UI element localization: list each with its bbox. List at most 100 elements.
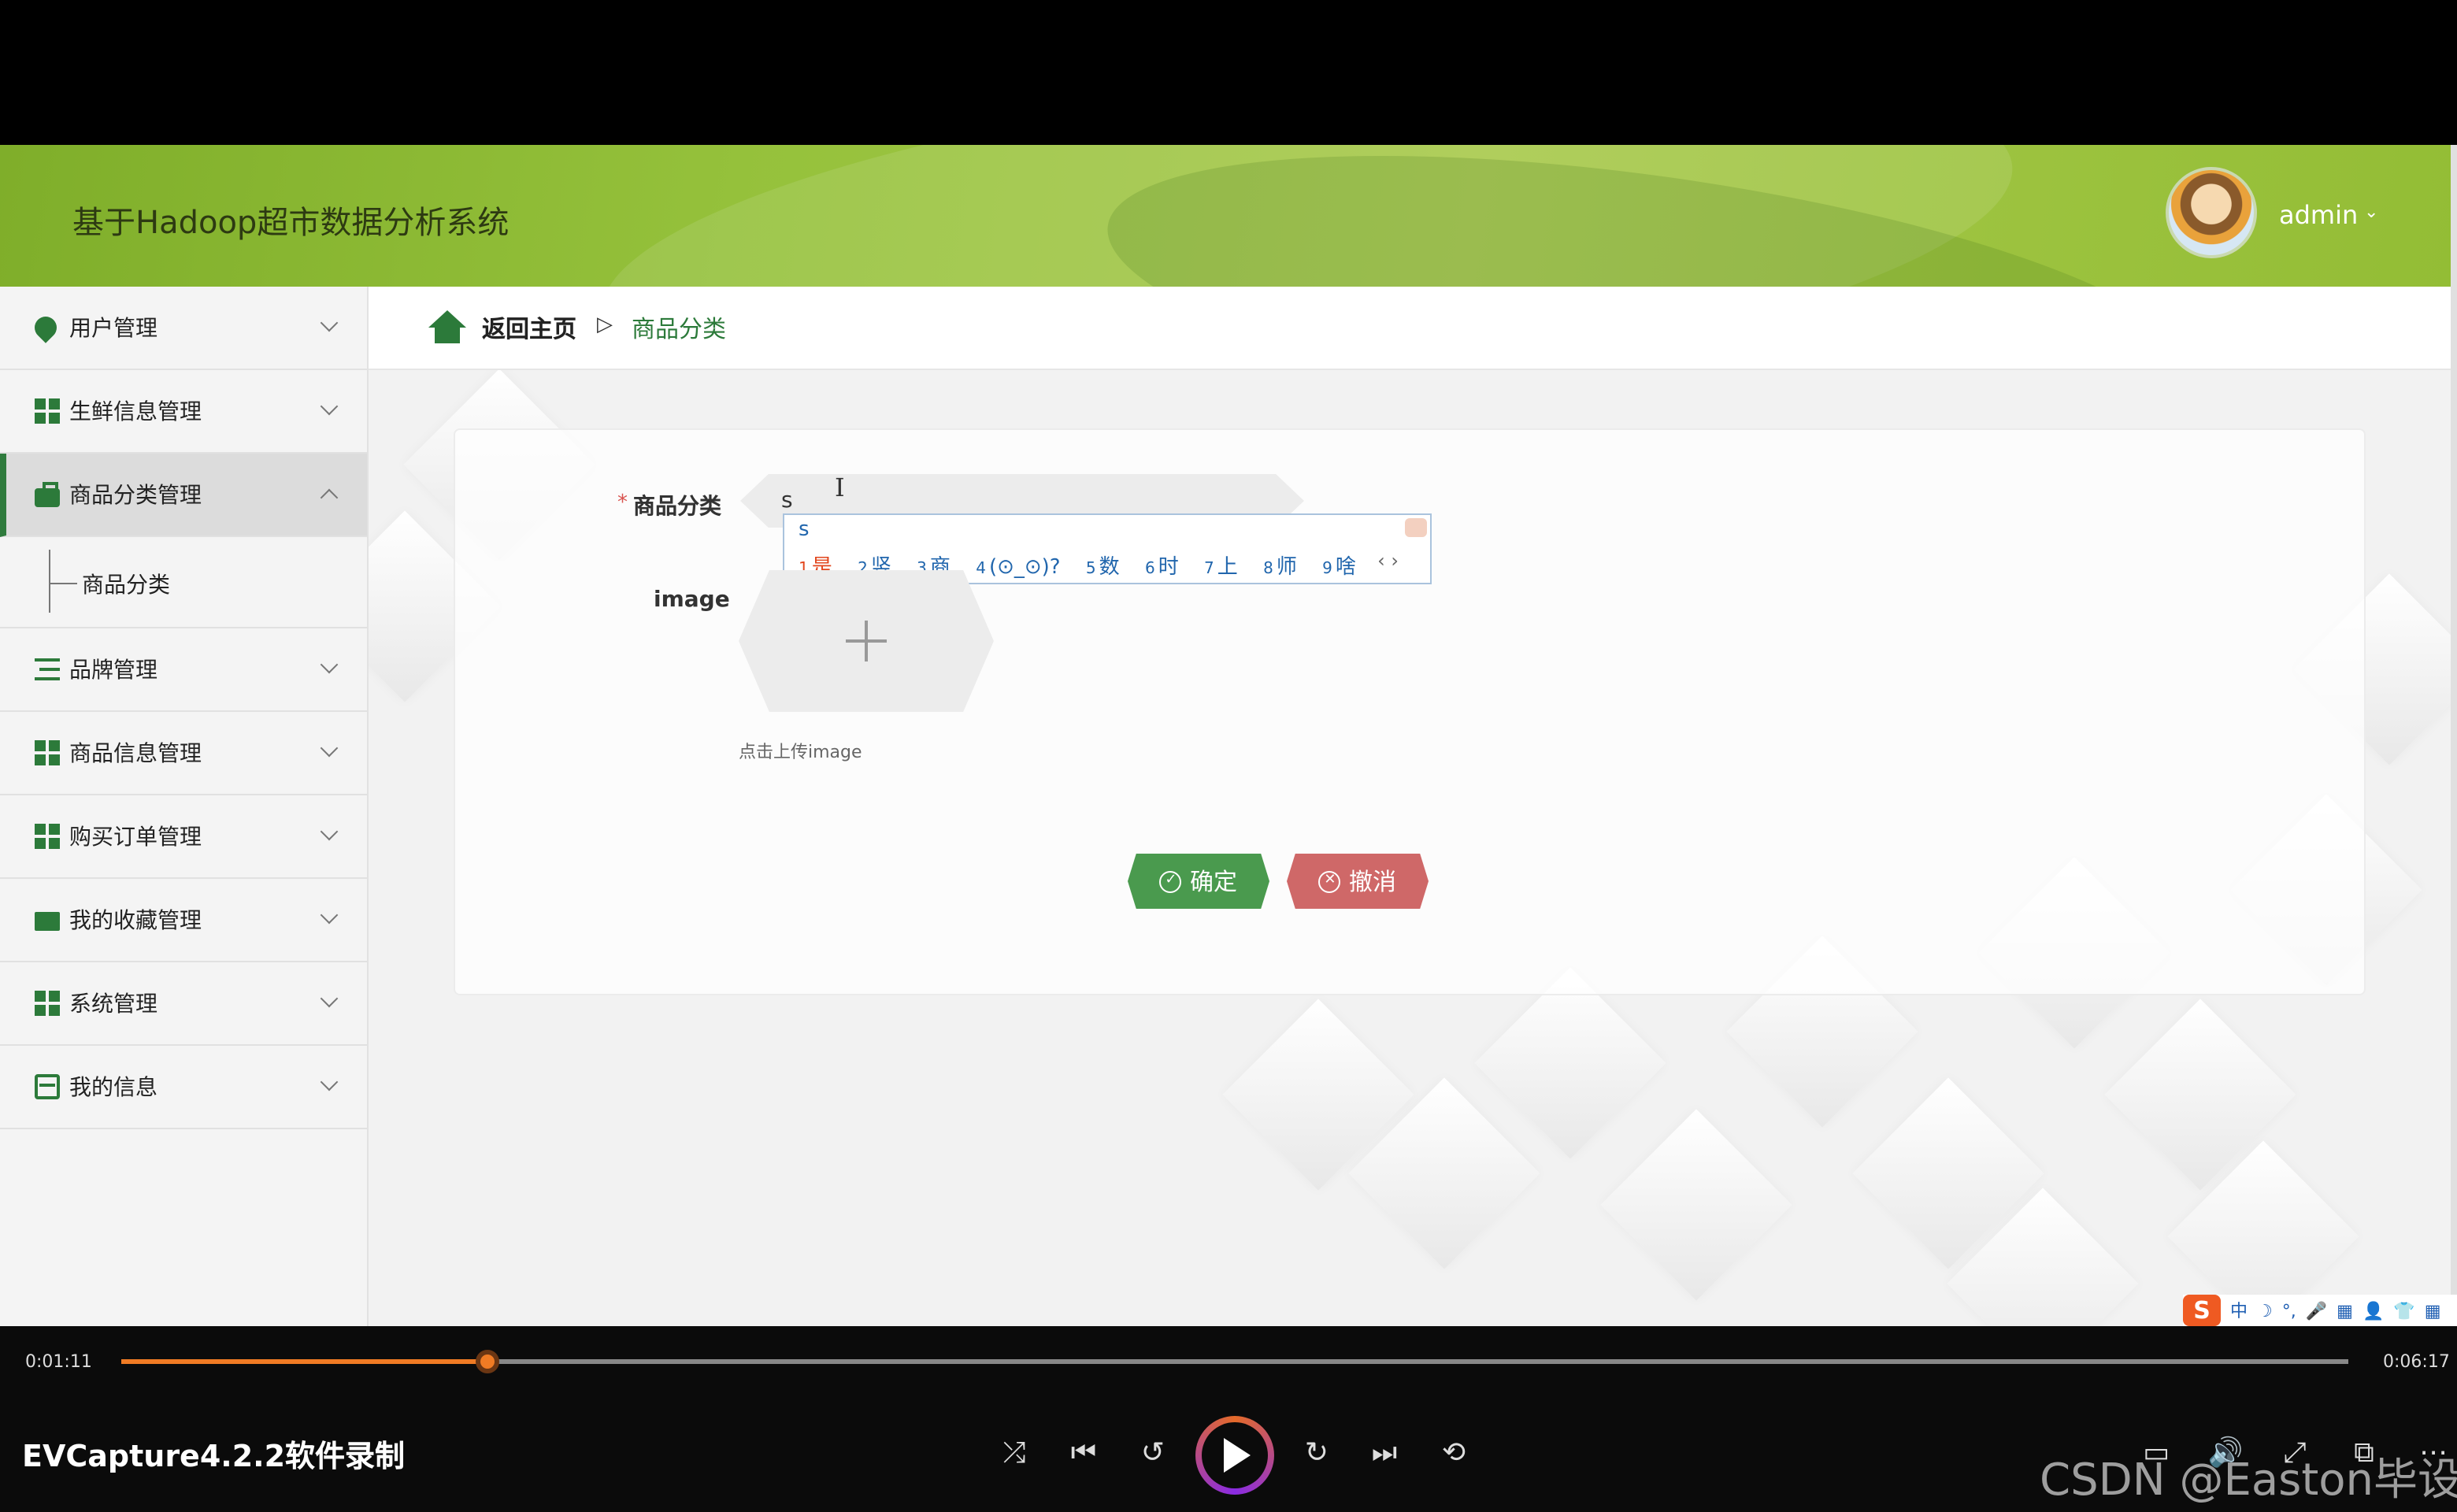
rewind-10-icon[interactable]: ↺	[1134, 1436, 1172, 1469]
ime-logo-icon	[1405, 518, 1427, 537]
page-scrollbar[interactable]	[2451, 145, 2457, 1326]
chevron-down-icon	[320, 822, 339, 841]
previous-icon[interactable]: ⏮	[1065, 1436, 1102, 1469]
play-icon	[1224, 1438, 1251, 1473]
ime-candidate[interactable]: 7上	[1204, 556, 1238, 580]
user-icon[interactable]: 👤	[2362, 1300, 2384, 1321]
sidebar-item-label: 商品信息管理	[69, 742, 202, 767]
forward-30-icon[interactable]: ↻	[1298, 1436, 1336, 1469]
grid-icon	[35, 991, 60, 1016]
chevron-down-icon	[320, 655, 339, 674]
punctuation-icon[interactable]: °,	[2282, 1300, 2296, 1321]
sidebar-item-label: 用户管理	[69, 317, 158, 342]
chevron-down-icon[interactable]: ⌄	[2364, 202, 2378, 222]
text-cursor-icon: I	[835, 472, 845, 502]
sidebar: 用户管理 生鲜信息管理 商品分类管理 商品分类 品牌管理 商品信息管理 购买订单…	[0, 287, 369, 1326]
required-marker: *	[617, 491, 628, 515]
background-tile	[1474, 967, 1666, 1159]
keyboard-icon[interactable]: ▦	[2337, 1300, 2353, 1321]
ime-composition: s	[799, 518, 810, 542]
progress-handle[interactable]	[476, 1350, 500, 1373]
tree-line	[49, 550, 50, 613]
sidebar-item-product-info[interactable]: 商品信息管理	[0, 712, 367, 795]
ime-candidate[interactable]: 5数	[1086, 556, 1120, 580]
sidebar-item-label: 生鲜信息管理	[69, 400, 202, 425]
total-time: 0:06:17	[2383, 1351, 2450, 1372]
sidebar-item-label: 购买订单管理	[69, 825, 202, 850]
sidebar-subitem-category[interactable]: 商品分类	[0, 537, 367, 628]
top-header: 基于Hadoop超市数据分析系统 admin ⌄	[0, 145, 2451, 287]
sidebar-item-label: 商品分类管理	[69, 484, 202, 509]
plus-icon[interactable]	[846, 621, 887, 662]
skin-icon[interactable]: 👕	[2393, 1300, 2414, 1321]
grid-icon	[35, 824, 60, 849]
ime-candidate[interactable]: 6时	[1145, 556, 1179, 580]
sidebar-item-category-management[interactable]: 商品分类管理	[0, 454, 367, 537]
sidebar-item-label: 我的信息	[69, 1076, 158, 1101]
upload-hint: 点击上传image	[739, 742, 862, 762]
grid-icon	[35, 398, 60, 424]
check-circle-icon: ✓	[1159, 870, 1182, 892]
next-icon[interactable]: ⏭	[1366, 1436, 1403, 1469]
play-button[interactable]	[1195, 1416, 1274, 1495]
sidebar-item-brand[interactable]: 品牌管理	[0, 628, 367, 712]
confirm-button[interactable]: ✓ 确定	[1128, 854, 1269, 909]
chevron-down-icon	[320, 313, 339, 332]
breadcrumb-home-link[interactable]: 返回主页	[482, 312, 576, 345]
ime-candidate[interactable]: 9啥	[1322, 556, 1356, 580]
ticket-icon	[35, 912, 60, 931]
sidebar-item-fresh-info[interactable]: 生鲜信息管理	[0, 370, 367, 454]
list-icon	[35, 657, 60, 682]
breadcrumb-current: 商品分类	[632, 315, 727, 343]
loop-icon[interactable]: ⟲	[1435, 1436, 1473, 1469]
sidebar-item-label: 系统管理	[69, 992, 158, 1017]
close-circle-icon: ✕	[1318, 870, 1341, 892]
app-title: 基于Hadoop超市数据分析系统	[72, 203, 510, 241]
current-time: 0:01:11	[25, 1351, 92, 1372]
csdn-watermark: CSDN @Easton毕设	[2040, 1454, 2457, 1506]
chevron-down-icon	[320, 1073, 339, 1091]
image-label: image	[654, 587, 730, 613]
chevron-down-icon	[320, 906, 339, 925]
main-content: 返回主页 ▷ 商品分类	[369, 287, 2451, 1326]
sogou-logo-icon[interactable]: S	[2183, 1295, 2221, 1326]
category-label: 商品分类	[633, 495, 721, 520]
breadcrumb-separator: ▷	[597, 313, 613, 337]
ime-candidate[interactable]: 4 (⊙_⊙)?	[976, 556, 1060, 580]
briefcase-icon	[35, 481, 60, 506]
sidebar-item-system[interactable]: 系统管理	[0, 962, 367, 1046]
user-menu[interactable]: admin	[2279, 200, 2358, 230]
cancel-button[interactable]: ✕ 撤消	[1287, 854, 1429, 909]
video-player-bar: 0:01:11 0:06:17 EVCapture4.2.2软件录制 ⤮ ⏮ ↺…	[0, 1326, 2457, 1512]
apps-icon[interactable]: ▦	[2425, 1300, 2441, 1321]
chevron-down-icon	[320, 397, 339, 416]
sidebar-item-orders[interactable]: 购买订单管理	[0, 795, 367, 879]
confirm-button-label: 确定	[1189, 868, 1237, 896]
chevron-down-icon	[320, 989, 339, 1008]
breadcrumb: 返回主页 ▷ 商品分类	[369, 287, 2451, 370]
sidebar-item-my-info[interactable]: 我的信息	[0, 1046, 367, 1129]
ime-page-nav[interactable]: ‹ ›	[1377, 550, 1399, 572]
ime-mode-toggle[interactable]: 中	[2230, 1298, 2248, 1323]
sidebar-item-label: 品牌管理	[69, 658, 158, 684]
progress-track[interactable]	[121, 1350, 2348, 1373]
avatar[interactable]	[2166, 167, 2257, 258]
sidebar-item-user-management[interactable]: 用户管理	[0, 287, 367, 370]
grid-icon	[35, 740, 60, 765]
sidebar-item-label: 我的收藏管理	[69, 909, 202, 934]
progress-fill	[121, 1359, 489, 1364]
recorder-label: EVCapture4.2.2软件录制	[22, 1440, 406, 1474]
chevron-down-icon	[320, 739, 339, 758]
chevron-up-icon	[320, 488, 339, 507]
home-icon[interactable]	[428, 310, 466, 345]
moon-icon[interactable]: ☽	[2257, 1300, 2273, 1321]
sidebar-subitem-label: 商品分类	[82, 573, 170, 598]
bulb-icon	[30, 312, 61, 343]
sidebar-item-favorites[interactable]: 我的收藏管理	[0, 879, 367, 962]
background-tile	[1600, 1109, 1792, 1301]
ime-status-bar: S 中 ☽ °, 🎤 ▦ 👤 👕 ▦	[2183, 1295, 2457, 1326]
cancel-button-label: 撤消	[1348, 868, 1396, 896]
shuffle-icon[interactable]: ⤮	[995, 1436, 1033, 1469]
ime-candidate[interactable]: 8师	[1263, 556, 1297, 580]
microphone-icon[interactable]: 🎤	[2306, 1300, 2327, 1321]
